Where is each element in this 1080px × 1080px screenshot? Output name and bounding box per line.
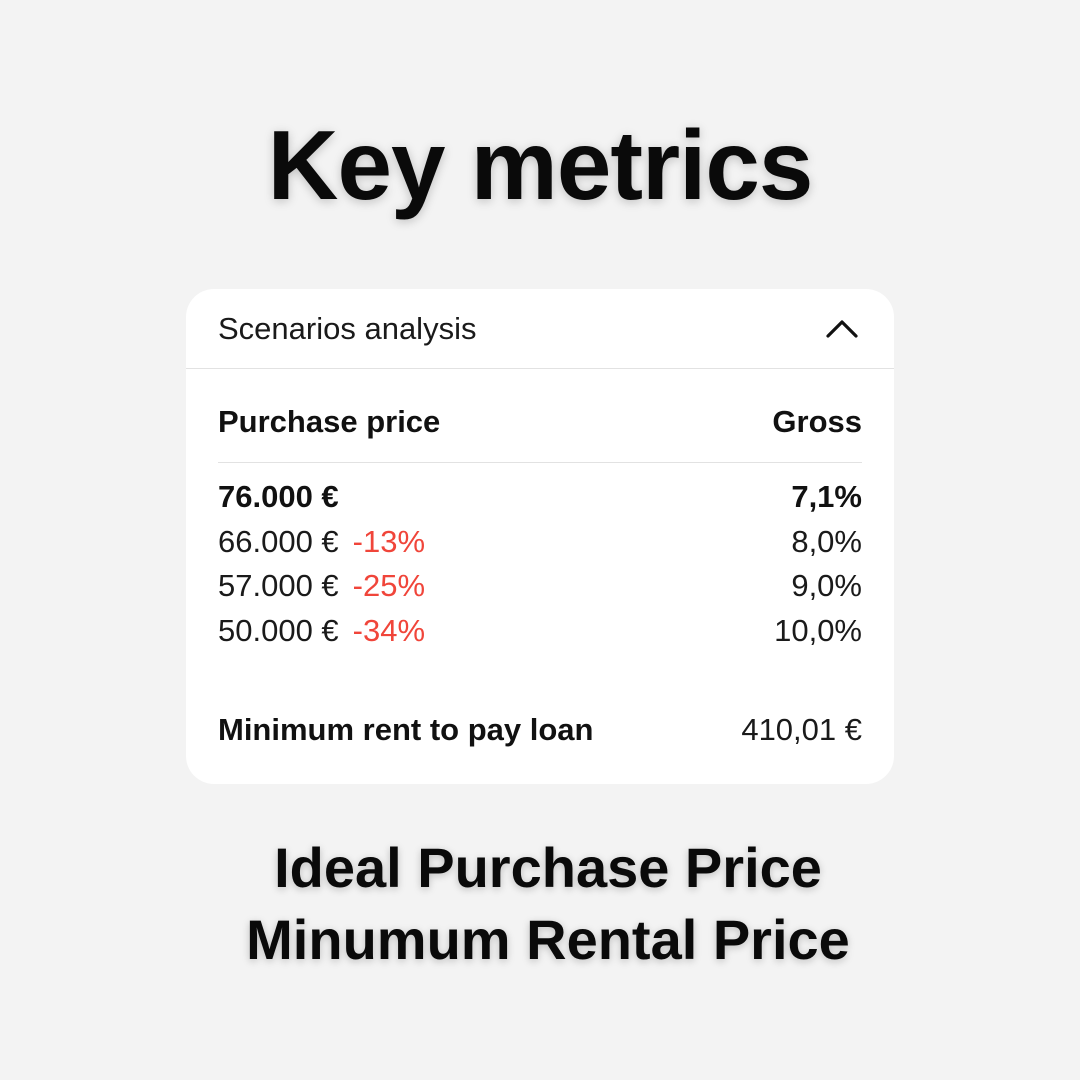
gross-value: 7,1% [791,479,862,515]
gross-value: 9,0% [791,568,862,604]
gross-value: 10,0% [774,612,862,648]
footer-caption: Ideal Purchase Price Minumum Rental Pric… [0,832,1080,976]
footer-line-2: Minumum Rental Price [246,908,850,971]
price-value: 76.000 € [218,479,339,515]
price-value: 66.000 € [218,523,339,559]
price-value: 50.000 € [218,612,339,648]
table-row: 76.000 € 7,1% [218,475,862,520]
column-header-purchase-price: Purchase price [218,403,441,439]
minimum-rent-label: Minimum rent to pay loan [218,712,594,747]
price-value: 57.000 € [218,568,339,604]
gross-value: 8,0% [791,523,862,559]
price-change: -34% [352,612,426,648]
table-row: 57.000 € -25% 9,0% [218,564,862,609]
table-header: Purchase price Gross [218,369,862,463]
scenarios-card: Scenarios analysis Purchase price Gross … [186,289,894,784]
price-cell: 50.000 € -34% [218,613,425,649]
scenarios-table: Purchase price Gross 76.000 € 7,1% 66.00… [218,369,862,653]
collapse-button[interactable] [822,309,862,349]
price-cell: 76.000 € [218,479,339,515]
price-cell: 57.000 € -25% [218,568,425,604]
table-body: 76.000 € 7,1% 66.000 € -13% 8,0% 57.000 €… [218,463,862,653]
footer-line-1: Ideal Purchase Price [274,836,822,899]
column-header-gross: Gross [772,403,862,439]
table-row: 50.000 € -34% 10,0% [218,609,862,654]
page-headline: Key metrics [267,110,814,220]
price-change: -13% [352,523,426,559]
price-change: -25% [352,568,426,604]
chevron-up-icon [826,319,858,338]
card-title: Scenarios analysis [218,310,477,346]
minimum-rent-value: 410,01 € [741,712,862,747]
price-cell: 66.000 € -13% [218,524,425,560]
table-row: 66.000 € -13% 8,0% [218,520,862,565]
card-header[interactable]: Scenarios analysis [186,289,894,369]
minimum-rent-row: Minimum rent to pay loan 410,01 € [218,712,862,748]
